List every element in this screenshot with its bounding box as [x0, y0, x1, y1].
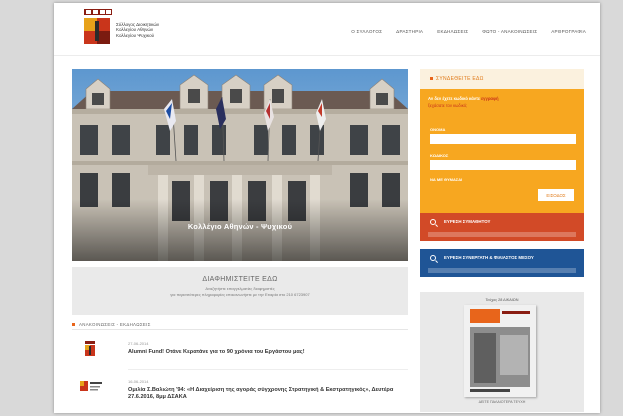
- username-input[interactable]: [430, 134, 576, 144]
- site-header: Σύλλογος Διοικητικών Κολλεγίου Αθηνών Κο…: [54, 3, 600, 56]
- login-button[interactable]: ΕΙΣΟΔΟΣ: [538, 189, 574, 201]
- news-thumbnail: [80, 379, 102, 395]
- login-heading-text: ΣΥΝΔΕΘΕΙΤΕ ΕΔΩ: [436, 76, 484, 82]
- register-prompt: Αν δεν έχετε κωδικό κάντε εγγραφή: [428, 96, 499, 101]
- forgot-password-link[interactable]: ξεχάσατε τον κωδικό;: [428, 103, 467, 108]
- advertise-contact: για περισσότερες πληροφορίες επικοινωνήσ…: [170, 292, 310, 297]
- login-panel: ΣΥΝΔΕΘΕΙΤΕ ΕΔΩ Αν δεν έχετε κωδικό κάντε…: [420, 69, 584, 213]
- password-input[interactable]: [430, 160, 576, 170]
- logo-shield-icon: [84, 18, 110, 44]
- password-label: ΚΩΔΙΚΟΣ: [430, 153, 449, 158]
- news-title[interactable]: Ομιλία Σ.Βαλιώτη '94: «Η Διαχείριση της …: [128, 387, 408, 401]
- news-thumbnail: [80, 341, 98, 357]
- nav-item-association[interactable]: Ο ΣΥΛΛΟΓΟΣ: [351, 29, 382, 34]
- register-link[interactable]: εγγραφή: [481, 96, 498, 101]
- browser-page: Σύλλογος Διοικητικών Κολλεγίου Αθηνών Κο…: [54, 3, 600, 413]
- news-item[interactable]: 16-06-2014 Ομιλία Σ.Βαλιώτη '94: «Η Διαχ…: [72, 375, 412, 405]
- news-header: ΑΝΑΚΟΙΝΩΣΕΙΣ - ΕΚΔΗΛΩΣΕΙΣ: [72, 319, 408, 329]
- logo-line: Κολλεγίου Ψυχικού: [116, 32, 155, 38]
- bullet-icon: [72, 322, 75, 326]
- find-classmate-input[interactable]: [428, 232, 576, 237]
- news-separator: [128, 369, 408, 370]
- nav-item-articles[interactable]: ΑΡΘΡΟΓΡΑΦΙΑ: [551, 29, 586, 34]
- main-nav: Ο ΣΥΛΛΟΓΟΣ ΔΡΑΣΤΗΡΙΑ ΕΚΔΗΛΩΣΕΙΣ ΦΩΤΟ - Α…: [351, 29, 586, 34]
- news-date: 27-06-2014: [128, 341, 149, 346]
- search-icon: [430, 255, 436, 261]
- register-prompt-text: Αν δεν έχετε κωδικό κάντε: [428, 96, 480, 101]
- logo-bar: [84, 9, 112, 15]
- magazine-cover-image[interactable]: [464, 305, 536, 397]
- advertise-title: ΔΙΑΦΗΜΙΣΤΕΙΤΕ ΕΔΩ: [202, 276, 278, 283]
- find-classmate-label: ΕΥΡΕΣΗ ΣΥΜΑΘΗΤΟΥ: [444, 219, 491, 224]
- username-label: ΟΝΟΜΑ: [430, 127, 446, 132]
- advertise-banner[interactable]: ΔΙΑΦΗΜΙΣΤΕΙΤΕ ΕΔΩ Αναζητήστε επαγγελματί…: [72, 267, 408, 315]
- remember-me-label[interactable]: ΝΑ ΜΕ ΘΥΜΑΣΑΙ: [430, 177, 462, 182]
- nav-item-activities[interactable]: ΔΡΑΣΤΗΡΙΑ: [396, 29, 423, 34]
- news-date: 16-06-2014: [128, 379, 149, 384]
- news-heading: ΑΝΑΚΟΙΝΩΣΕΙΣ - ΕΚΔΗΛΩΣΕΙΣ: [79, 321, 151, 327]
- find-partner-box[interactable]: ΕΥΡΕΣΗ ΣΥΝΕΡΓΑΤΗ & ΦΙΛΙΑΣΤΟΣ ΜΕΣΟΥ: [420, 249, 584, 277]
- find-partner-label: ΕΥΡΕΣΗ ΣΥΝΕΡΓΑΤΗ & ΦΙΛΙΑΣΤΟΣ ΜΕΣΟΥ: [444, 255, 534, 260]
- logo-text: Σύλλογος Διοικητικών Κολλεγίου Αθηνών Κο…: [116, 22, 196, 38]
- advertise-subtitle: Αναζητήστε επαγγελματίες διαφημιστές: [205, 286, 275, 291]
- news-title[interactable]: Alumni Fund! Οτάνε Κερατάνε για το 90 χρ…: [128, 349, 408, 356]
- older-issues-link[interactable]: ΔΕΙΤΕ ΠΑΛΑΙΟΤΕΡΑ ΤΕΥΧΗ: [420, 400, 584, 404]
- nav-item-photo-announcements[interactable]: ΦΩΤΟ - ΑΝΑΚΟΙΝΩΣΕΙΣ: [482, 29, 537, 34]
- hero-caption: Κολλέγιο Αθηνών - Ψυχικού: [187, 222, 293, 231]
- college-building-image: [72, 69, 408, 261]
- find-classmate-box[interactable]: ΕΥΡΕΣΗ ΣΥΜΑΘΗΤΟΥ: [420, 213, 584, 241]
- search-icon: [430, 219, 436, 225]
- find-partner-input[interactable]: [428, 268, 576, 273]
- magazine-title: Τεύχος 28 ΔΙΚΑΙΩΝ: [485, 298, 519, 302]
- nav-item-events[interactable]: ΕΚΔΗΛΩΣΕΙΣ: [437, 29, 468, 34]
- login-heading: ΣΥΝΔΕΘΕΙΤΕ ΕΔΩ: [420, 69, 584, 89]
- bullet-icon: [430, 77, 433, 81]
- site-logo[interactable]: Σύλλογος Διοικητικών Κολλεγίου Αθηνών Κο…: [84, 9, 234, 47]
- header-divider: [54, 55, 600, 56]
- news-divider: [72, 329, 408, 330]
- hero-banner[interactable]: Κολλέγιο Αθηνών - Ψυχικού: [72, 69, 408, 261]
- news-item[interactable]: 27-06-2014 Alumni Fund! Οτάνε Κερατάνε γ…: [72, 337, 412, 367]
- magazine-panel: Τεύχος 28 ΔΙΚΑΙΩΝ ΔΕΙΤΕ ΠΑΛΑΙΟΤΕΡΑ ΤΕΥΧΗ: [420, 292, 584, 412]
